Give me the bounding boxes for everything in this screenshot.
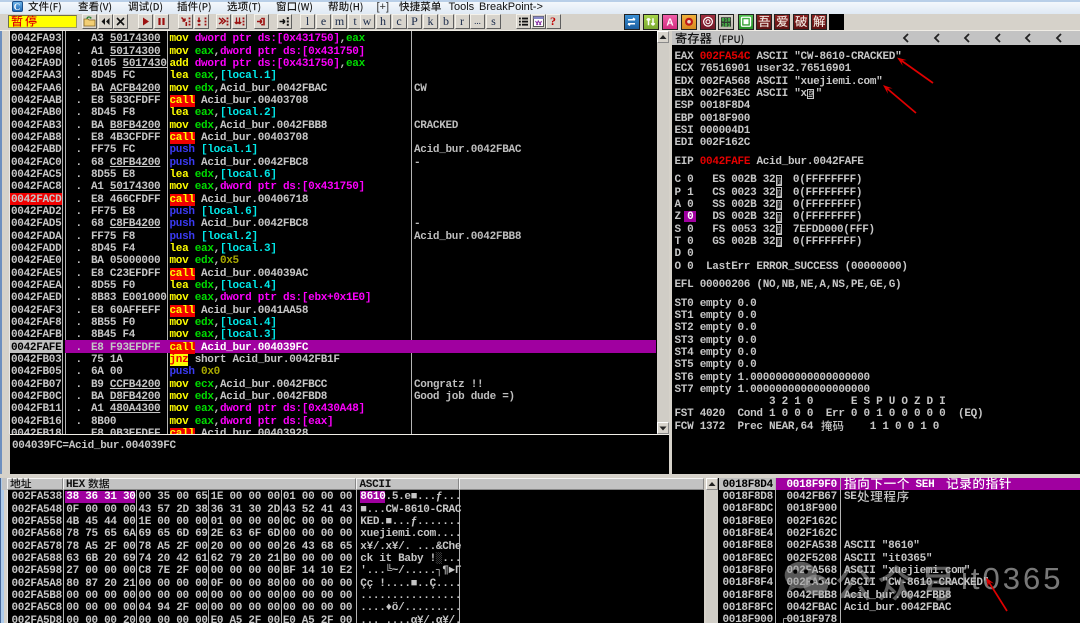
- svg-text:A: A: [666, 17, 673, 28]
- svg-text:101: 101: [721, 22, 730, 28]
